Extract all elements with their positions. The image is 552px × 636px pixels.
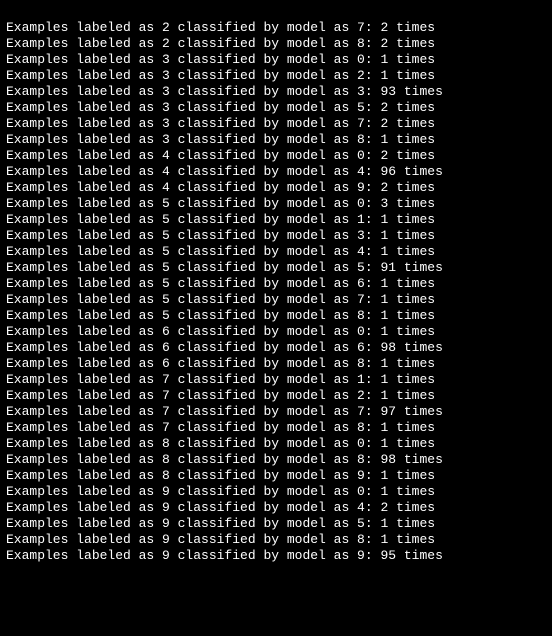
confusion-line: Examples labeled as 7 classified by mode…: [6, 420, 546, 436]
confusion-line: Examples labeled as 8 classified by mode…: [6, 468, 546, 484]
confusion-line: Examples labeled as 5 classified by mode…: [6, 276, 546, 292]
confusion-line: Examples labeled as 7 classified by mode…: [6, 388, 546, 404]
confusion-line: Examples labeled as 2 classified by mode…: [6, 36, 546, 52]
terminal-output: Examples labeled as 2 classified by mode…: [0, 0, 552, 636]
confusion-line: Examples labeled as 8 classified by mode…: [6, 452, 546, 468]
confusion-line: Examples labeled as 4 classified by mode…: [6, 180, 546, 196]
confusion-line: Examples labeled as 4 classified by mode…: [6, 148, 546, 164]
confusion-line: Examples labeled as 8 classified by mode…: [6, 436, 546, 452]
confusion-line: Examples labeled as 9 classified by mode…: [6, 484, 546, 500]
confusion-line: Examples labeled as 3 classified by mode…: [6, 116, 546, 132]
confusion-line: Examples labeled as 7 classified by mode…: [6, 372, 546, 388]
confusion-line: Examples labeled as 6 classified by mode…: [6, 356, 546, 372]
confusion-line: Examples labeled as 7 classified by mode…: [6, 404, 546, 420]
confusion-line: Examples labeled as 5 classified by mode…: [6, 228, 546, 244]
confusion-line: Examples labeled as 3 classified by mode…: [6, 52, 546, 68]
confusion-line: Examples labeled as 9 classified by mode…: [6, 516, 546, 532]
confusion-line: Examples labeled as 5 classified by mode…: [6, 196, 546, 212]
confusion-line: Examples labeled as 3 classified by mode…: [6, 84, 546, 100]
confusion-line: Examples labeled as 6 classified by mode…: [6, 324, 546, 340]
confusion-line: Examples labeled as 9 classified by mode…: [6, 532, 546, 548]
confusion-line: Examples labeled as 3 classified by mode…: [6, 132, 546, 148]
confusion-line: Examples labeled as 4 classified by mode…: [6, 164, 546, 180]
confusion-line: Examples labeled as 2 classified by mode…: [6, 20, 546, 36]
confusion-line: Examples labeled as 5 classified by mode…: [6, 244, 546, 260]
confusion-line: Examples labeled as 3 classified by mode…: [6, 100, 546, 116]
confusion-line: Examples labeled as 9 classified by mode…: [6, 500, 546, 516]
confusion-line: Examples labeled as 3 classified by mode…: [6, 68, 546, 84]
confusion-line: Examples labeled as 5 classified by mode…: [6, 212, 546, 228]
confusion-lines-block: Examples labeled as 2 classified by mode…: [6, 20, 546, 564]
confusion-line: Examples labeled as 5 classified by mode…: [6, 292, 546, 308]
confusion-line: Examples labeled as 5 classified by mode…: [6, 260, 546, 276]
confusion-line: Examples labeled as 6 classified by mode…: [6, 340, 546, 356]
blank-line: [6, 612, 546, 628]
blank-line: [6, 580, 546, 596]
confusion-line: Examples labeled as 9 classified by mode…: [6, 548, 546, 564]
confusion-line: Examples labeled as 5 classified by mode…: [6, 308, 546, 324]
